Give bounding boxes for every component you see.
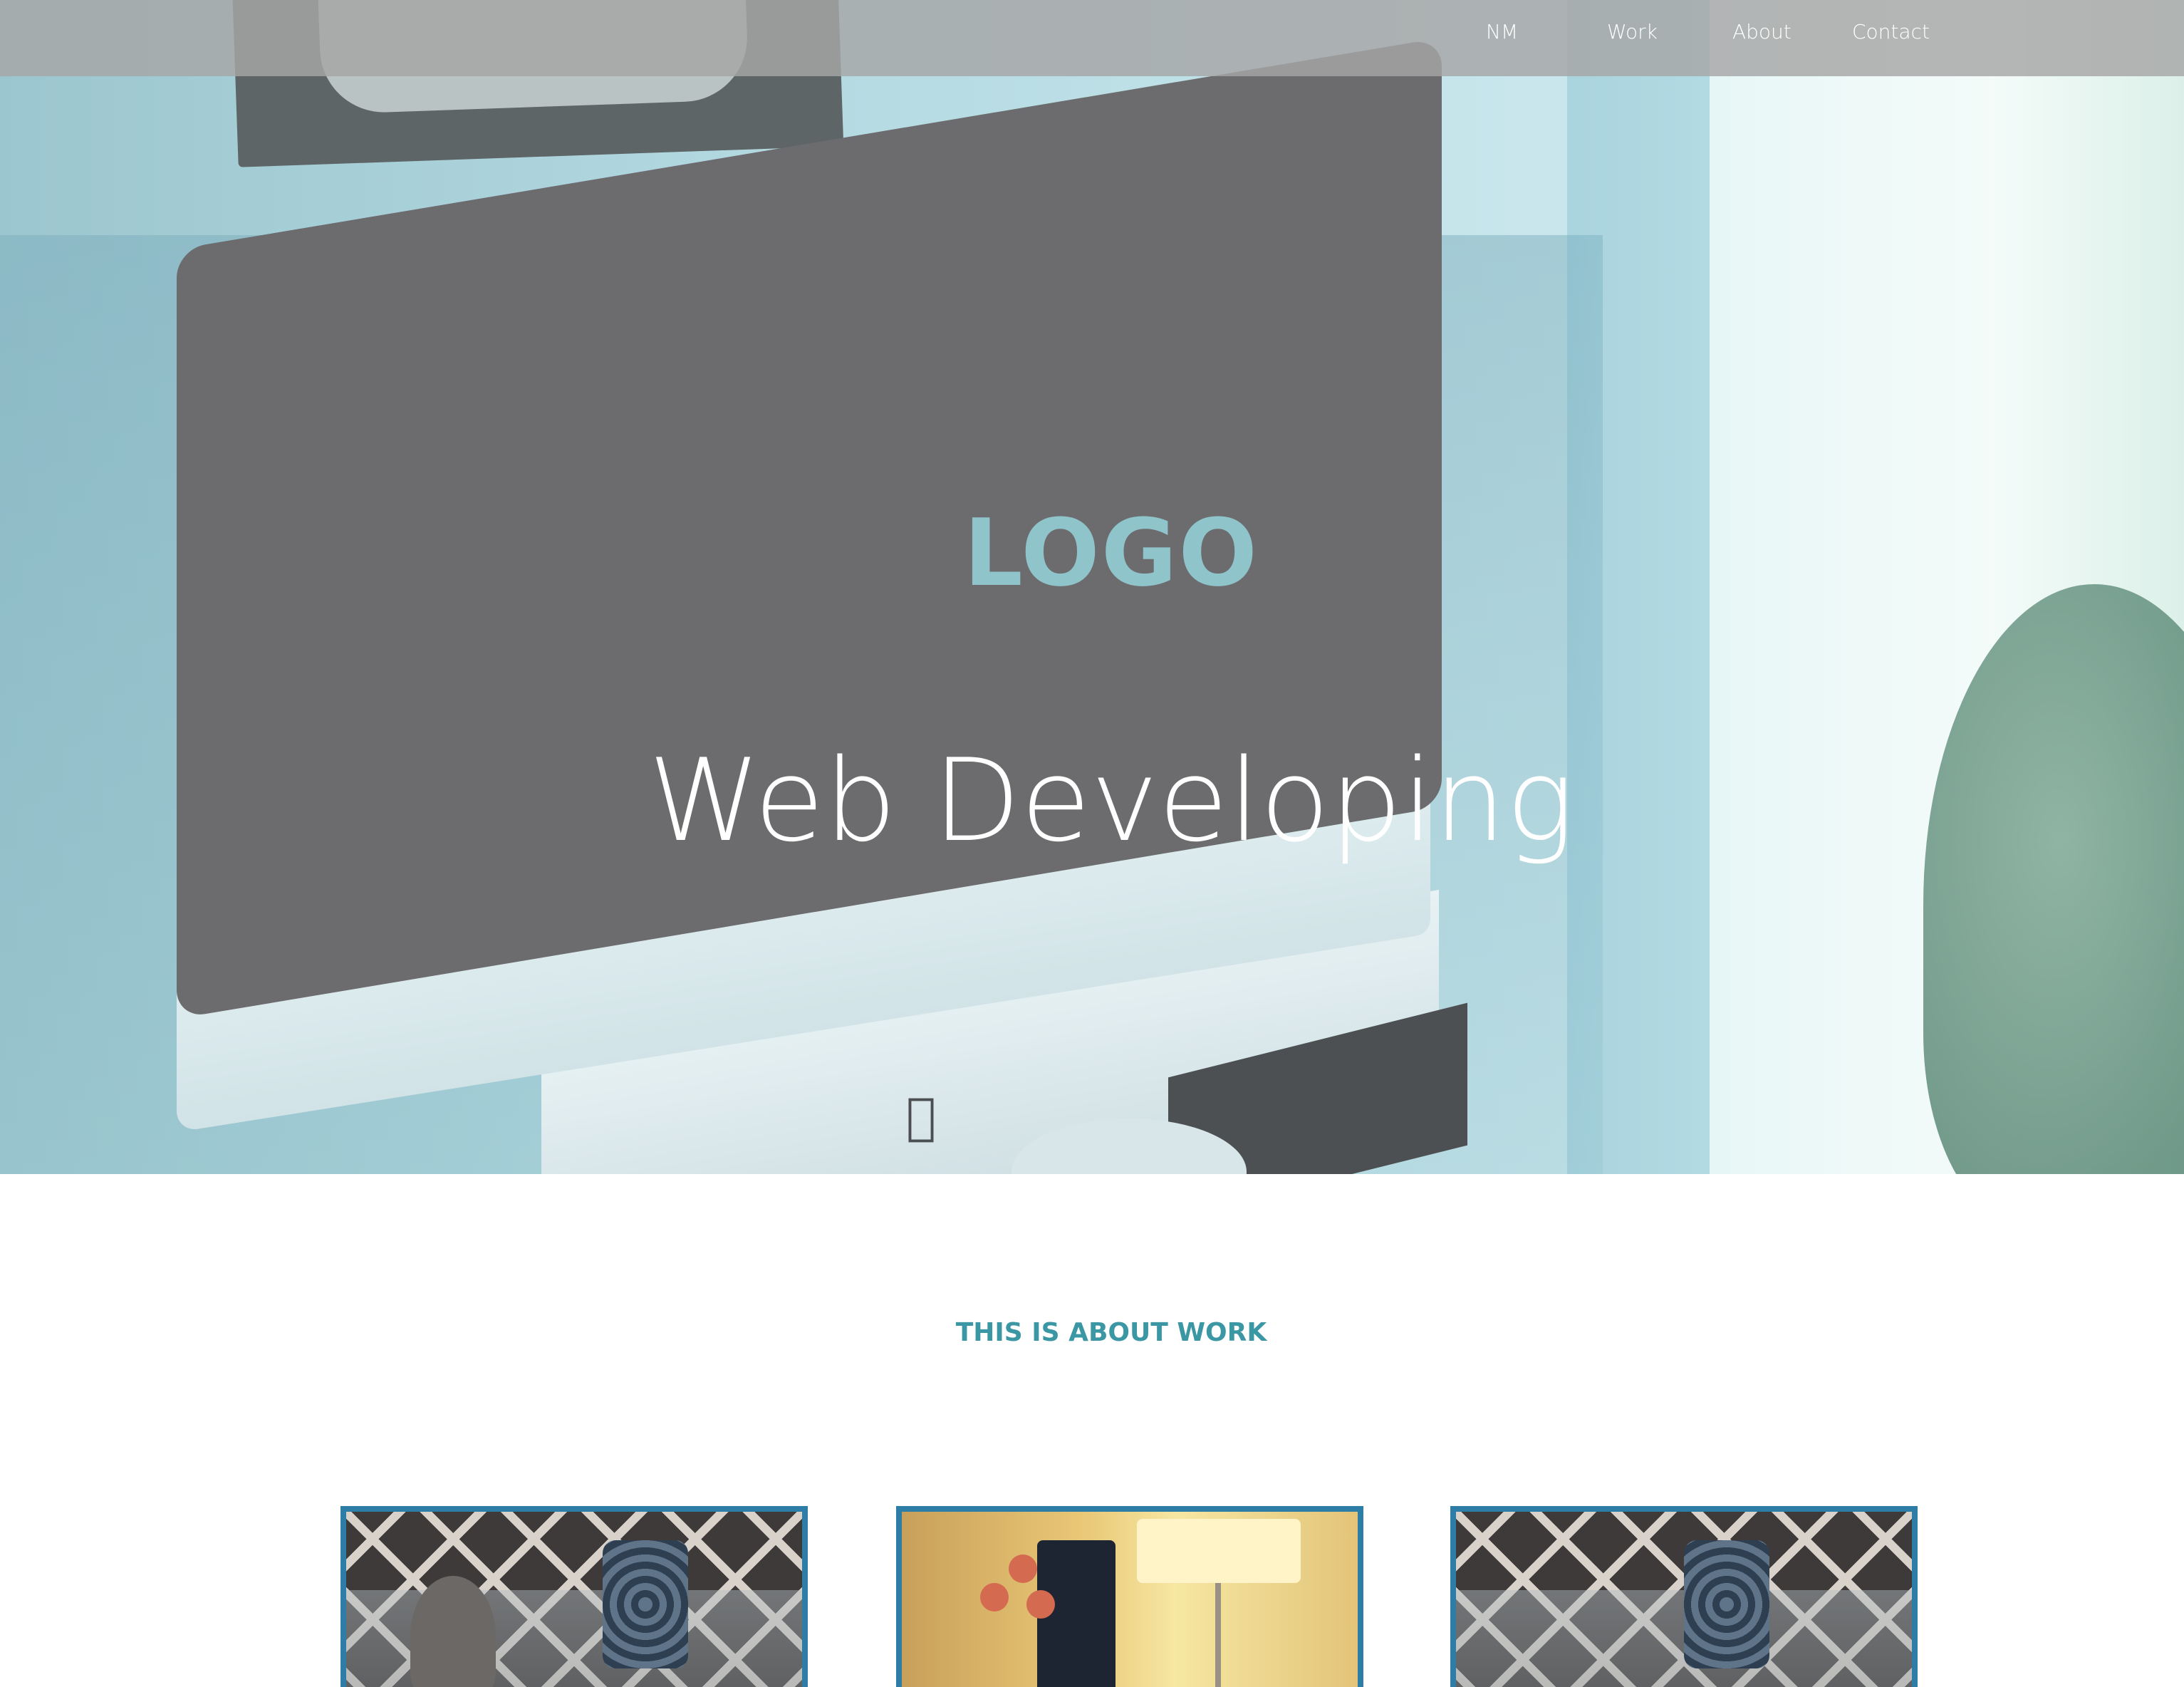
work-card-2-flower [1026,1590,1055,1619]
work-section-title: THIS IS ABOUT WORK [955,1318,1267,1347]
hero-logo: LOGO [964,499,1259,607]
nav-item-work[interactable]: Work [1607,20,1658,43]
work-card-3[interactable] [1450,1506,1918,1687]
apple-logo-icon:  [906,1090,949,1143]
top-navbar: NM Work About Contact [0,0,2184,76]
work-card-1-statue [410,1576,496,1687]
hero-tagline: Web Developing [648,734,1575,867]
work-card-1[interactable] [340,1506,808,1687]
work-card-1-candle-holder [603,1540,688,1668]
nav-item-contact[interactable]: Contact [1852,20,1930,43]
hero-section:  LOGO Web Developing [0,0,2184,1174]
nav-item-nm[interactable]: NM [1486,20,1518,43]
page:  LOGO Web Developing NM Work About Cont… [0,0,2184,1687]
work-card-2-lamp-shade [1137,1519,1301,1583]
nav-item-about[interactable]: About [1732,20,1792,43]
work-card-3-candle-holder [1684,1540,1769,1668]
work-card-2-lamp-pole [1215,1583,1221,1687]
work-card-2-flower [980,1583,1009,1611]
work-card-2[interactable] [896,1506,1363,1687]
work-card-2-flower [1009,1554,1037,1583]
